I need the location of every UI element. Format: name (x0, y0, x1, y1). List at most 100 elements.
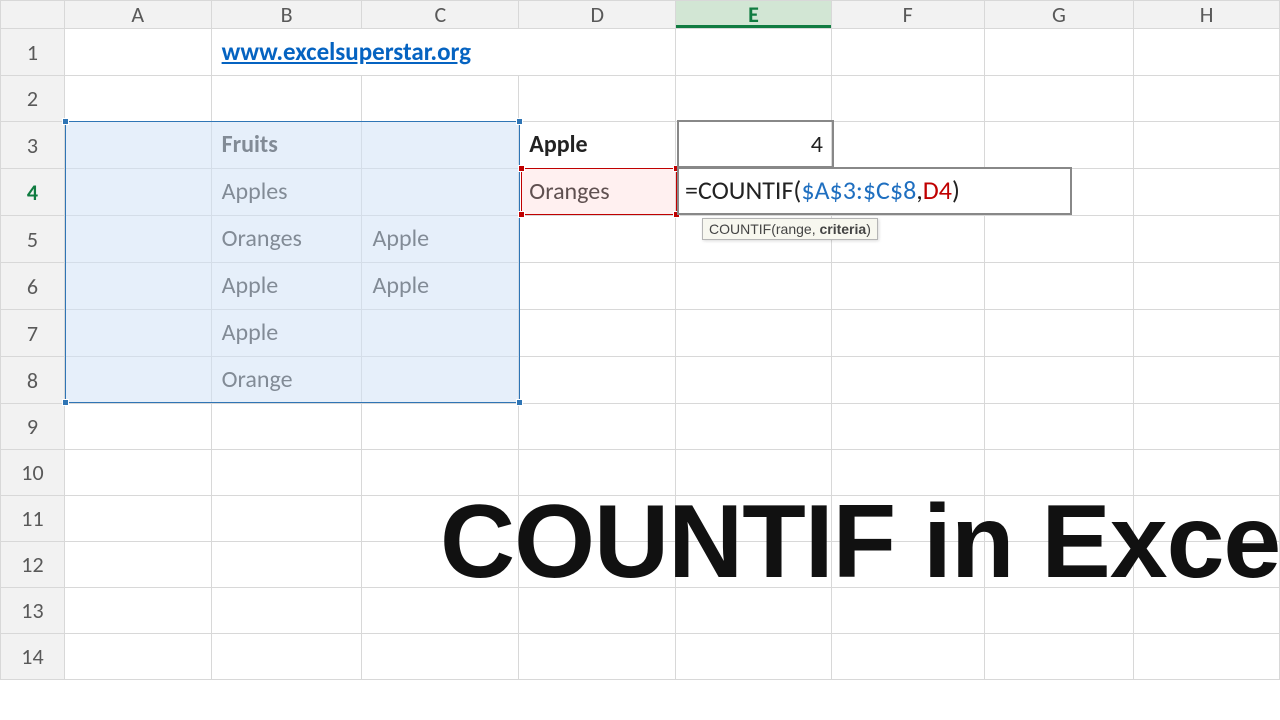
cell-D7[interactable] (519, 310, 676, 357)
cell-F6[interactable] (831, 263, 984, 310)
cell-A1[interactable] (64, 29, 211, 76)
cell-C3[interactable] (362, 122, 519, 169)
col-header-G[interactable]: G (984, 1, 1134, 29)
cell-A10[interactable] (64, 450, 211, 496)
row-header-9[interactable]: 9 (1, 404, 65, 450)
cell-E14[interactable] (676, 634, 832, 680)
col-header-E[interactable]: E (676, 1, 832, 29)
cell-F2[interactable] (831, 76, 984, 122)
cell-D8[interactable] (519, 357, 676, 404)
row-header-8[interactable]: 8 (1, 357, 65, 404)
cell-E3[interactable]: 4 (676, 122, 832, 169)
cell-H2[interactable] (1134, 76, 1280, 122)
cell-E2[interactable] (676, 76, 832, 122)
cell-A7[interactable] (64, 310, 211, 357)
col-header-F[interactable]: F (831, 1, 984, 29)
cell-G6[interactable] (984, 263, 1134, 310)
cell-H14[interactable] (1134, 634, 1280, 680)
cell-B13[interactable] (211, 588, 362, 634)
cell-G8[interactable] (984, 357, 1134, 404)
cell-C5[interactable]: Apple (362, 216, 519, 263)
cell-B5[interactable]: Oranges (211, 216, 362, 263)
cell-D6[interactable] (519, 263, 676, 310)
cell-H5[interactable] (1134, 216, 1280, 263)
row-header-10[interactable]: 10 (1, 450, 65, 496)
cell-D2[interactable] (519, 76, 676, 122)
cell-F8[interactable] (831, 357, 984, 404)
cell-B4[interactable]: Apples (211, 169, 362, 216)
tooltip-arg1[interactable]: range (776, 221, 812, 237)
row-header-11[interactable]: 11 (1, 496, 65, 542)
cell-D5[interactable] (519, 216, 676, 263)
cell-B8[interactable]: Orange (211, 357, 362, 404)
cell-A6[interactable] (64, 263, 211, 310)
cell-E6[interactable] (676, 263, 832, 310)
cell-A5[interactable] (64, 216, 211, 263)
cell-A12[interactable] (64, 542, 211, 588)
cell-H4[interactable] (1134, 169, 1280, 216)
col-header-A[interactable]: A (64, 1, 211, 29)
cell-G3[interactable] (984, 122, 1134, 169)
cell-D14[interactable] (519, 634, 676, 680)
cell-F3[interactable] (831, 122, 984, 169)
cell-F9[interactable] (831, 404, 984, 450)
col-header-C[interactable]: C (362, 1, 519, 29)
cell-B2[interactable] (211, 76, 362, 122)
cell-H6[interactable] (1134, 263, 1280, 310)
cell-A4[interactable] (64, 169, 211, 216)
cell-C4[interactable] (362, 169, 519, 216)
cell-C2[interactable] (362, 76, 519, 122)
cell-H8[interactable] (1134, 357, 1280, 404)
cell-A3[interactable] (64, 122, 211, 169)
cell-F14[interactable] (831, 634, 984, 680)
cell-B10[interactable] (211, 450, 362, 496)
row-header-5[interactable]: 5 (1, 216, 65, 263)
cell-A11[interactable] (64, 496, 211, 542)
cell-B6[interactable]: Apple (211, 263, 362, 310)
cell-G7[interactable] (984, 310, 1134, 357)
cell-B11[interactable] (211, 496, 362, 542)
cell-D3[interactable]: Apple (519, 122, 676, 169)
hyperlink[interactable]: www.excelsuperstar.org (212, 29, 676, 75)
formula-input[interactable]: =COUNTIF($A$3:$C$8,D4) (677, 167, 1072, 215)
tooltip-arg2[interactable]: criteria (819, 221, 866, 237)
row-header-12[interactable]: 12 (1, 542, 65, 588)
cell-G9[interactable] (984, 404, 1134, 450)
row-header-2[interactable]: 2 (1, 76, 65, 122)
cell-B3[interactable]: Fruits (211, 122, 362, 169)
function-tooltip[interactable]: COUNTIF(range, criteria) (702, 218, 878, 240)
cell-A13[interactable] (64, 588, 211, 634)
row-header-4[interactable]: 4 (1, 169, 65, 216)
cell-A2[interactable] (64, 76, 211, 122)
col-header-H[interactable]: H (1134, 1, 1280, 29)
col-header-B[interactable]: B (211, 1, 362, 29)
cell-E7[interactable] (676, 310, 832, 357)
cell-G5[interactable] (984, 216, 1134, 263)
row-header-14[interactable]: 14 (1, 634, 65, 680)
cell-D9[interactable] (519, 404, 676, 450)
cell-C7[interactable] (362, 310, 519, 357)
row-header-6[interactable]: 6 (1, 263, 65, 310)
cell-F7[interactable] (831, 310, 984, 357)
select-all-corner[interactable] (1, 1, 65, 29)
cell-A14[interactable] (64, 634, 211, 680)
cell-B1-link[interactable]: www.excelsuperstar.org (211, 29, 676, 76)
cell-G2[interactable] (984, 76, 1134, 122)
cell-B9[interactable] (211, 404, 362, 450)
cell-C9[interactable] (362, 404, 519, 450)
cell-H9[interactable] (1134, 404, 1280, 450)
cell-A9[interactable] (64, 404, 211, 450)
cell-E8[interactable] (676, 357, 832, 404)
row-header-3[interactable]: 3 (1, 122, 65, 169)
cell-G14[interactable] (984, 634, 1134, 680)
cell-C6[interactable]: Apple (362, 263, 519, 310)
cell-H1[interactable] (1134, 29, 1280, 76)
cell-C14[interactable] (362, 634, 519, 680)
cell-B12[interactable] (211, 542, 362, 588)
row-header-7[interactable]: 7 (1, 310, 65, 357)
cell-E9[interactable] (676, 404, 832, 450)
cell-H3[interactable] (1134, 122, 1280, 169)
cell-B14[interactable] (211, 634, 362, 680)
cell-F1[interactable] (831, 29, 984, 76)
cell-G1[interactable] (984, 29, 1134, 76)
